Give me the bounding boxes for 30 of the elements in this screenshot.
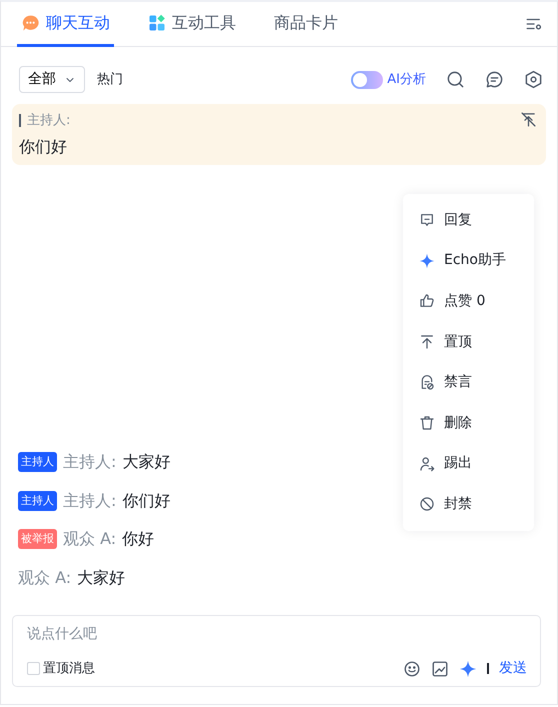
message-text: 大家好 (77, 566, 126, 589)
menu-item[interactable]: 禁言 (403, 362, 534, 403)
filter-dropdown[interactable]: 全部 (19, 66, 85, 93)
message-text: 你们好 (122, 490, 170, 512)
role-badge: 主持人 (18, 452, 57, 472)
role-badge: 主持人 (18, 490, 57, 511)
tab[interactable]: 聊天互动 (17, 2, 114, 47)
pinned-message-text: 你们好 (19, 136, 68, 158)
toggle-label: AI分析 (387, 70, 426, 89)
role-badge: 被举报 (18, 529, 57, 550)
menu-item[interactable]: 回复 (403, 200, 534, 241)
menu-item[interactable]: 点赞 0 (403, 281, 534, 322)
menu-item[interactable]: 封禁 (403, 484, 534, 525)
tab[interactable]: 互动工具 (144, 2, 240, 47)
message-text: 大家好 (122, 451, 170, 474)
menu-item[interactable]: 置顶 (403, 322, 534, 362)
menu-item[interactable]: 删除 (403, 402, 534, 444)
sender-name: 主持人: (63, 490, 116, 512)
tab[interactable]: 商品卡片 (270, 2, 342, 47)
menu-item[interactable]: 踢出 (403, 444, 534, 484)
pinned-sender: 主持人: (19, 114, 70, 127)
hot-filter[interactable]: 热门 (97, 70, 123, 90)
message-text: 你好 (122, 528, 154, 550)
menu-item[interactable]: Echo助手 (403, 240, 534, 282)
sender-name: 观众 A: (18, 566, 72, 589)
message-input-field[interactable]: 说点什么吧 置顶消息 发送 (12, 615, 541, 687)
sender-name: 主持人: (63, 451, 116, 474)
send-button[interactable]: 发送 (499, 658, 527, 679)
checkbox-label: 置顶消息 (43, 660, 95, 678)
sender-name: 观众 A: (63, 528, 116, 550)
